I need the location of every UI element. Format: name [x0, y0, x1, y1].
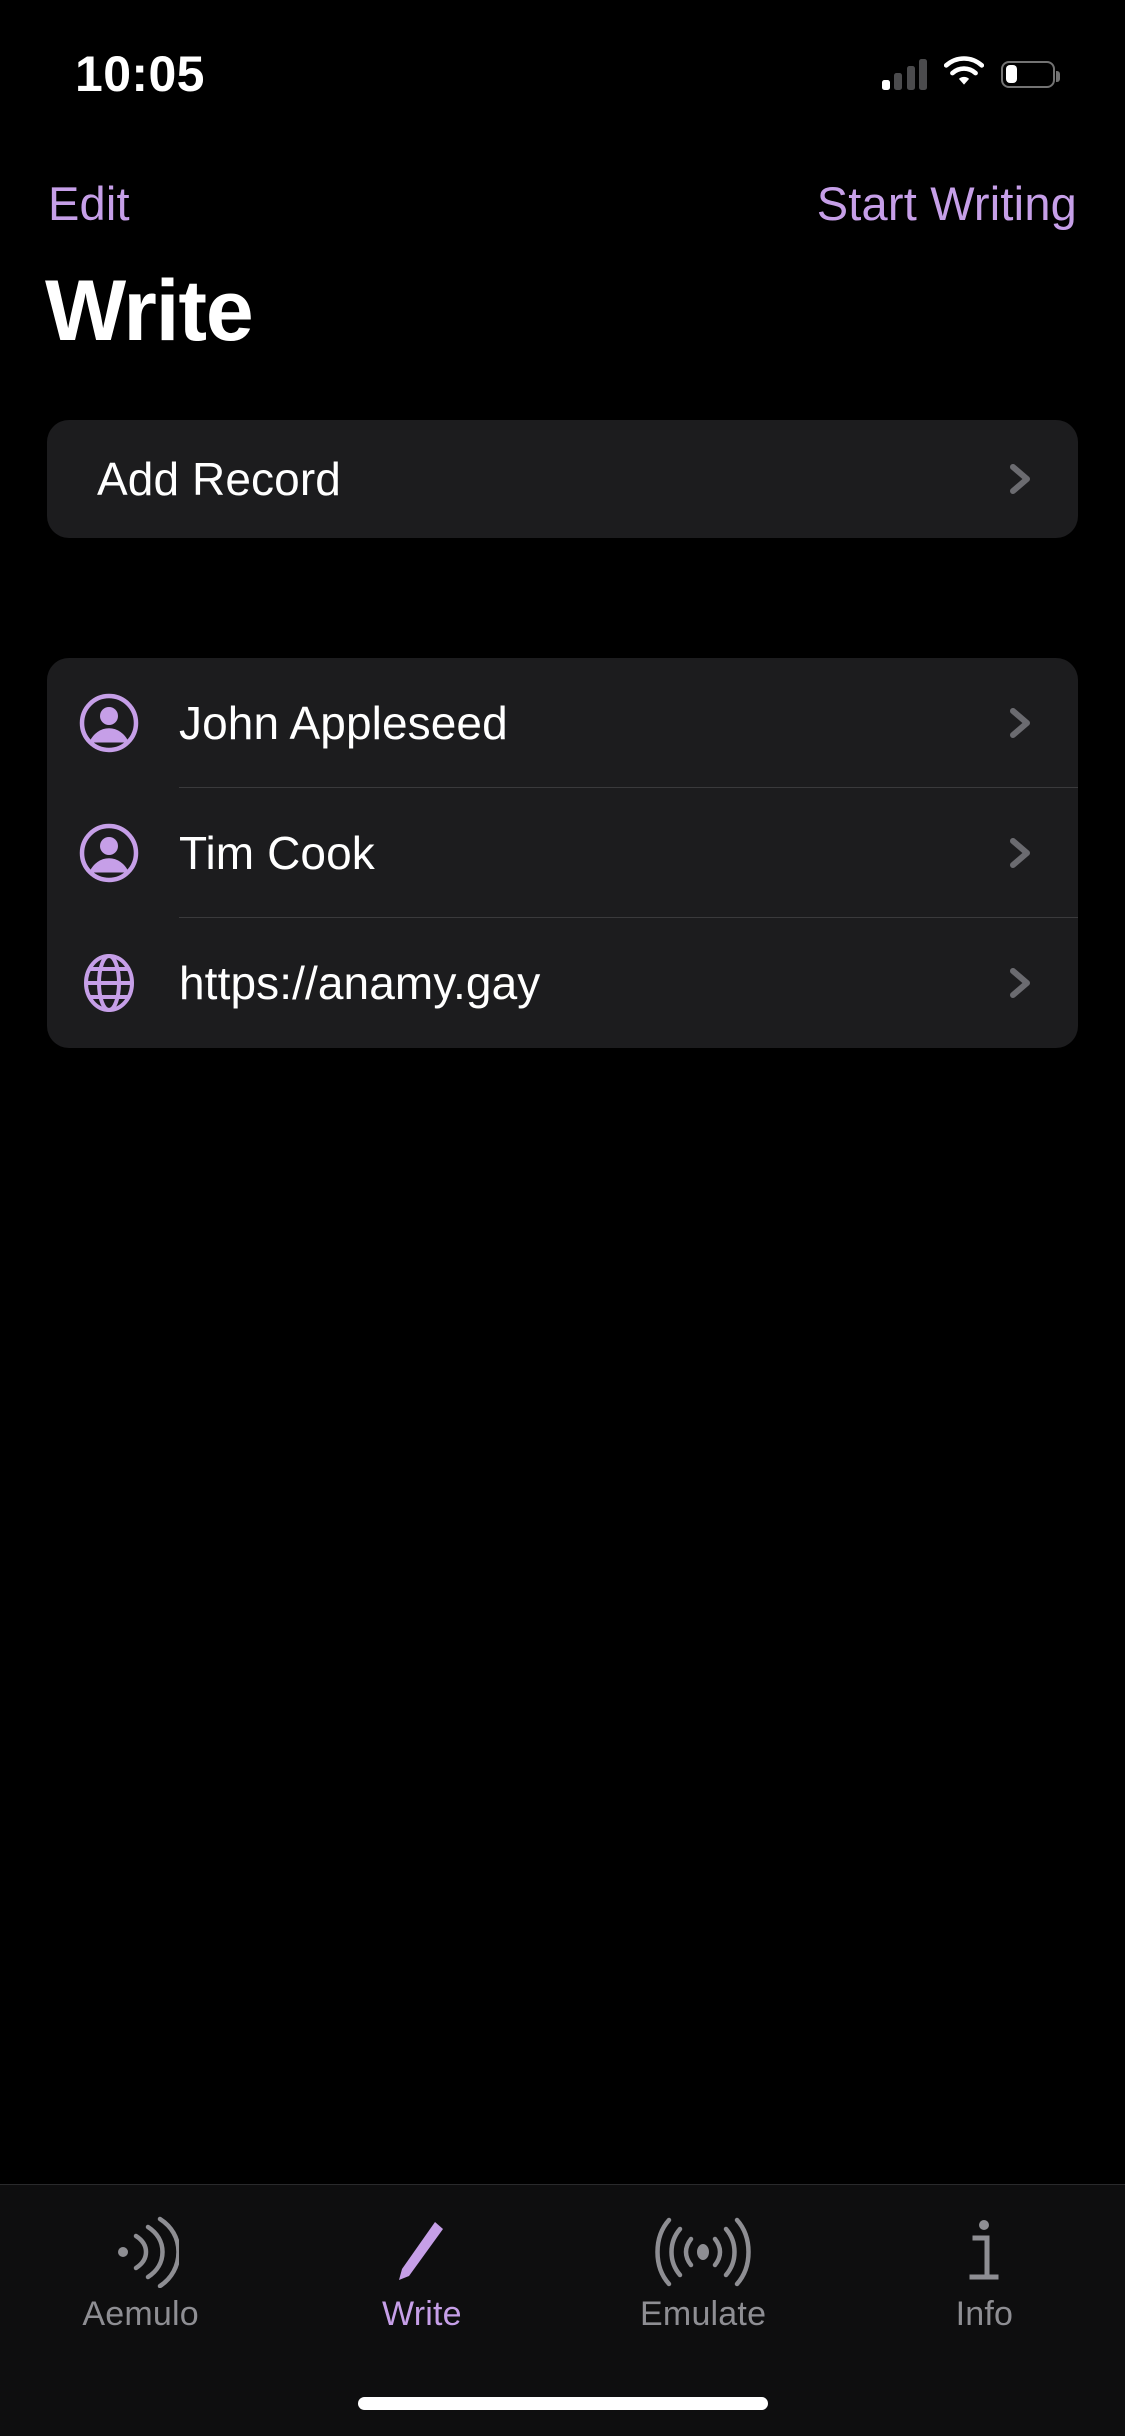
tab-label: Info	[955, 2295, 1014, 2333]
status-bar-time: 10:05	[75, 46, 205, 102]
chevron-right-icon	[1000, 963, 1040, 1003]
tab-label: Emulate	[640, 2295, 767, 2333]
tab-label: Aemulo	[82, 2295, 199, 2333]
navigation-bar: Edit Start Writing	[0, 172, 1125, 234]
tab-label: Write	[382, 2295, 462, 2333]
start-writing-button[interactable]: Start Writing	[817, 176, 1077, 231]
globe-icon	[77, 951, 141, 1015]
wifi-icon	[943, 56, 985, 92]
info-icon	[962, 2215, 1006, 2289]
tab-aemulo[interactable]: Aemulo	[0, 2185, 281, 2334]
add-record-label: Add Record	[97, 453, 341, 505]
nfc-broadcast-icon	[653, 2215, 753, 2289]
battery-low-icon	[1001, 60, 1060, 88]
edit-button[interactable]: Edit	[48, 176, 130, 231]
list-item-label: Tim Cook	[179, 827, 375, 879]
chevron-right-icon	[1000, 459, 1040, 499]
records-list-card: John Appleseed Tim Cook https://anamy.ga…	[47, 658, 1078, 1048]
list-item-label: John Appleseed	[179, 697, 508, 749]
add-record-card: Add Record	[47, 420, 1078, 538]
status-bar: 10:05	[0, 0, 1125, 132]
page-title: Write	[45, 263, 254, 359]
chevron-right-icon	[1000, 833, 1040, 873]
list-item[interactable]: https://anamy.gay	[47, 918, 1078, 1048]
list-item[interactable]: John Appleseed	[47, 658, 1078, 788]
list-item[interactable]: Tim Cook	[47, 788, 1078, 918]
tab-info[interactable]: Info	[844, 2185, 1125, 2334]
home-indicator[interactable]	[357, 2397, 768, 2410]
app-screen: 10:05 Edit Start Writing Write Add Recor…	[0, 0, 1125, 2436]
chevron-right-icon	[1000, 703, 1040, 743]
nfc-wave-icon	[103, 2215, 179, 2289]
pencil-icon	[387, 2215, 457, 2289]
list-item-label: https://anamy.gay	[179, 957, 541, 1009]
person-circle-icon	[77, 691, 141, 755]
tab-write[interactable]: Write	[281, 2185, 562, 2334]
tab-emulate[interactable]: Emulate	[563, 2185, 844, 2334]
status-bar-indicators	[881, 40, 1060, 92]
add-record-row[interactable]: Add Record	[47, 420, 1078, 538]
cellular-signal-icon	[881, 58, 927, 90]
person-circle-icon	[77, 821, 141, 885]
